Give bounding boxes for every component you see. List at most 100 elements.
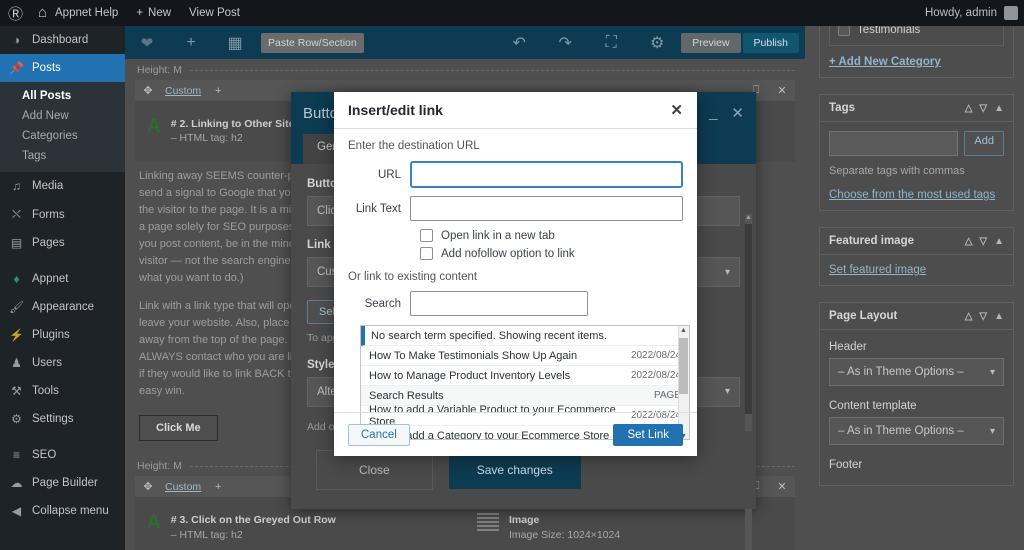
triangle-up-icon[interactable]: ▲ bbox=[994, 236, 1004, 247]
sidebar-item-tools[interactable]: ⚒ Tools bbox=[0, 377, 125, 405]
scrollbar-thumb[interactable] bbox=[745, 224, 752, 414]
sidebar-item-posts[interactable]: 📌 Posts bbox=[0, 54, 125, 82]
tags-box: Tags △ ▽ ▲ Add Separate tags with commas… bbox=[819, 94, 1014, 211]
row-custom-label[interactable]: Custom bbox=[161, 481, 205, 493]
link-text-input[interactable] bbox=[410, 196, 683, 221]
sidebar-subitem-all-posts[interactable]: All Posts bbox=[0, 86, 125, 106]
widget-heading-2[interactable]: A # 3. Click on the Greyed Out Row – HTM… bbox=[135, 507, 465, 548]
modal-header: Insert/edit link ✕ bbox=[334, 92, 697, 129]
set-featured-image-link[interactable]: Set featured image bbox=[829, 264, 926, 276]
layout-grid-icon[interactable]: ▦ bbox=[213, 26, 257, 59]
wordpress-logo-icon[interactable]: Ⓡ bbox=[0, 3, 29, 24]
most-used-tags-link[interactable]: Choose from the most used tags bbox=[829, 189, 995, 201]
sidebar-subitem-tags[interactable]: Tags bbox=[0, 146, 125, 166]
row-custom-label[interactable]: Custom bbox=[161, 85, 205, 97]
chevron-up-icon[interactable]: △ bbox=[965, 236, 973, 247]
adminbar-view-post[interactable]: View Post bbox=[180, 0, 249, 26]
gear-icon[interactable]: ⚙ bbox=[635, 26, 679, 59]
scroll-up-arrow-icon[interactable]: ▲ bbox=[745, 214, 752, 221]
close-button[interactable]: Close bbox=[316, 450, 433, 490]
heart-icon[interactable]: ❤ bbox=[125, 26, 169, 59]
add-new-category-link[interactable]: + Add New Category bbox=[829, 56, 941, 68]
result-meta: 2022/08/24 bbox=[630, 350, 681, 361]
new-tab-checkbox-row[interactable]: Open link in a new tab bbox=[420, 229, 683, 242]
scrollbar-thumb[interactable] bbox=[679, 338, 688, 394]
media-icon: ♫ bbox=[12, 179, 21, 193]
featured-image-title: Featured image bbox=[829, 235, 914, 247]
content-template-select-value: – As in Theme Options – bbox=[838, 425, 964, 437]
sidebar-subitem-categories[interactable]: Categories bbox=[0, 126, 125, 146]
undo-icon[interactable]: ↶ bbox=[497, 26, 541, 59]
search-input[interactable] bbox=[410, 291, 588, 316]
forms-icon: ⛌ bbox=[12, 207, 21, 221]
content-template-select[interactable]: – As in Theme Options – ▾ bbox=[829, 417, 1004, 445]
result-title: Search Results bbox=[369, 389, 444, 402]
sidebar-item-appearance[interactable]: 🖌 Appearance bbox=[0, 293, 125, 321]
url-input[interactable] bbox=[410, 161, 683, 188]
list-item[interactable]: How To Make Testimonials Show Up Again 2… bbox=[361, 346, 689, 366]
plus-icon[interactable]: + bbox=[205, 481, 231, 493]
sidebar-item-collapse-menu[interactable]: ◀ Collapse menu bbox=[0, 497, 125, 525]
header-select[interactable]: – As in Theme Options – ▾ bbox=[829, 358, 1004, 386]
list-item[interactable]: How to Manage Product Inventory Levels 2… bbox=[361, 366, 689, 386]
click-me-button[interactable]: Click Me bbox=[139, 415, 218, 442]
move-icon[interactable]: ✥ bbox=[135, 84, 161, 97]
sidebar-item-dashboard[interactable]: ◑ Dashboard bbox=[0, 26, 125, 54]
triangle-up-icon[interactable]: ▲ bbox=[994, 103, 1004, 114]
sidebar-item-forms[interactable]: ⛌ Forms bbox=[0, 200, 125, 229]
categories-body: Store Testimonials + Add New Category bbox=[820, 26, 1013, 77]
search-field-row: Search bbox=[348, 291, 683, 316]
scroll-up-arrow-icon[interactable]: ▲ bbox=[679, 327, 688, 334]
sidebar-subitem-add-new[interactable]: Add New bbox=[0, 106, 125, 126]
featured-image-header: Featured image △ ▽ ▲ bbox=[820, 228, 1013, 255]
chevron-down-icon[interactable]: ▽ bbox=[979, 103, 987, 114]
chevron-down-icon[interactable]: ▽ bbox=[979, 236, 987, 247]
header-field-label: Header bbox=[829, 341, 867, 353]
minimize-icon[interactable]: _ bbox=[709, 104, 717, 122]
checkbox-icon[interactable] bbox=[838, 26, 850, 36]
tags-add-button[interactable]: Add bbox=[964, 131, 1004, 156]
close-icon[interactable]: ✕ bbox=[769, 480, 795, 493]
close-icon[interactable]: ✕ bbox=[769, 84, 795, 97]
move-icon[interactable]: ✥ bbox=[135, 480, 161, 493]
cancel-button[interactable]: Cancel bbox=[348, 423, 410, 446]
sidebar-item-pages[interactable]: ▤ Pages bbox=[0, 229, 125, 257]
sidebar-item-media[interactable]: ♫ Media bbox=[0, 172, 125, 200]
sidebar-item-appnet[interactable]: ♦ Appnet bbox=[0, 265, 125, 293]
publish-button[interactable]: Publish bbox=[742, 32, 799, 53]
set-link-button[interactable]: Set Link bbox=[613, 423, 683, 446]
sidebar-item-plugins[interactable]: ⚡ Plugins bbox=[0, 321, 125, 349]
sidebar-item-settings[interactable]: ⚙ Settings bbox=[0, 405, 125, 433]
close-icon[interactable]: ✕ bbox=[731, 104, 744, 122]
nofollow-checkbox-row[interactable]: Add nofollow option to link bbox=[420, 247, 683, 260]
adminbar-account[interactable]: Howdy, admin bbox=[925, 6, 1024, 20]
chevron-down-icon[interactable]: ▽ bbox=[979, 311, 987, 322]
sidebar-item-label: Appnet bbox=[32, 273, 69, 285]
adminbar-new-button[interactable]: + New bbox=[127, 0, 180, 26]
chevron-up-icon[interactable]: △ bbox=[965, 311, 973, 322]
paste-row-section-button[interactable]: Paste Row/Section bbox=[261, 32, 364, 53]
plus-icon[interactable]: + bbox=[205, 85, 231, 97]
triangle-up-icon[interactable]: ▲ bbox=[994, 311, 1004, 322]
plus-icon[interactable]: + bbox=[169, 26, 213, 59]
sidebar-item-users[interactable]: ♟ Users bbox=[0, 349, 125, 377]
adminbar-site-name[interactable]: Appnet Help bbox=[29, 0, 127, 26]
save-changes-button[interactable]: Save changes bbox=[448, 451, 581, 489]
close-icon[interactable]: ✕ bbox=[670, 101, 683, 119]
tags-input[interactable] bbox=[829, 131, 959, 156]
fullscreen-icon[interactable]: ⛶ bbox=[589, 26, 633, 59]
checkbox-icon[interactable] bbox=[420, 247, 433, 260]
url-label: URL bbox=[377, 168, 401, 181]
preview-button[interactable]: Preview bbox=[681, 32, 741, 53]
chevron-up-icon[interactable]: △ bbox=[965, 103, 973, 114]
modal-title: Insert/edit link bbox=[348, 102, 443, 118]
image-icon bbox=[477, 513, 499, 532]
users-icon: ♟ bbox=[11, 356, 22, 370]
sidebar-item-page-builder[interactable]: ☁ Page Builder bbox=[0, 469, 125, 497]
header-select-value: – As in Theme Options – bbox=[838, 366, 964, 378]
sidebar-item-seo[interactable]: ≡ SEO bbox=[0, 441, 125, 469]
redo-icon[interactable]: ↷ bbox=[543, 26, 587, 59]
category-item-testimonials[interactable]: Testimonials bbox=[838, 26, 995, 39]
checkbox-icon[interactable] bbox=[420, 229, 433, 242]
dashboard-icon: ◑ bbox=[12, 33, 21, 47]
